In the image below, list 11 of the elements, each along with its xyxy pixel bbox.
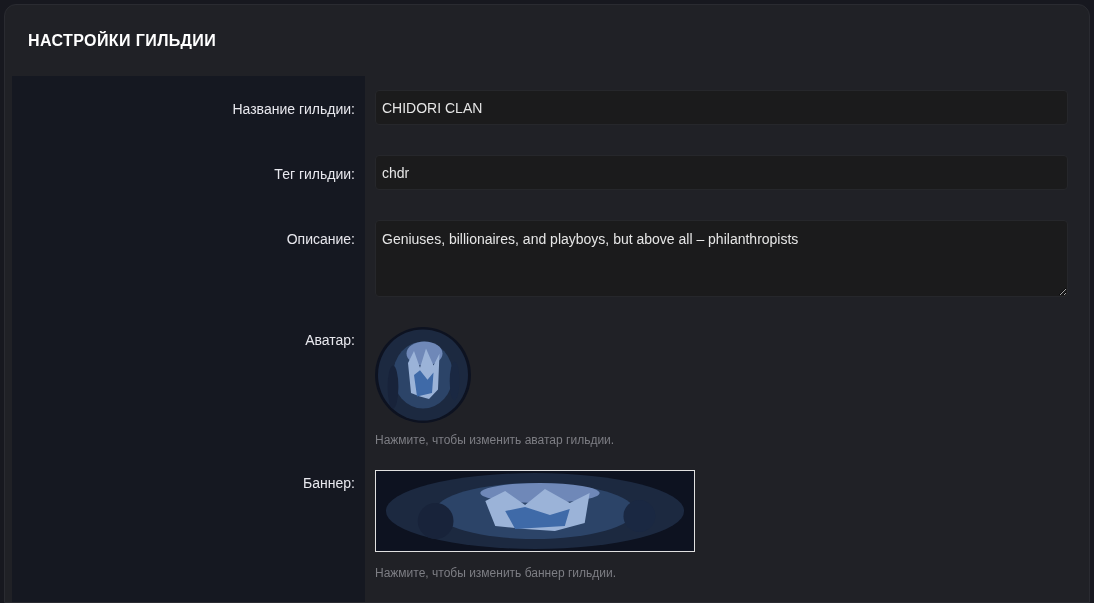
field-label: Название гильдии: — [232, 100, 355, 119]
hint-text: Нажмите, чтобы изменить аватар гильдии. — [375, 432, 616, 449]
field-label: Аватар: — [305, 331, 355, 350]
text-field[interactable]: chdr — [375, 155, 1068, 190]
hint-text: Нажмите, чтобы изменить баннер гильдии. — [375, 565, 617, 582]
field-label: Тег гильдии: — [274, 165, 355, 184]
field-label: Описание: — [286, 230, 355, 249]
field-label: Баннер: — [303, 474, 355, 493]
text-field[interactable]: CHIDORI CLAN — [375, 90, 1068, 125]
description-field[interactable]: Geniuses, billionaires, and playboys, but above all – philanthropists — [375, 220, 1068, 297]
panel-title: НАСТРОЙКИ ГИЛЬДИИ — [28, 30, 217, 51]
